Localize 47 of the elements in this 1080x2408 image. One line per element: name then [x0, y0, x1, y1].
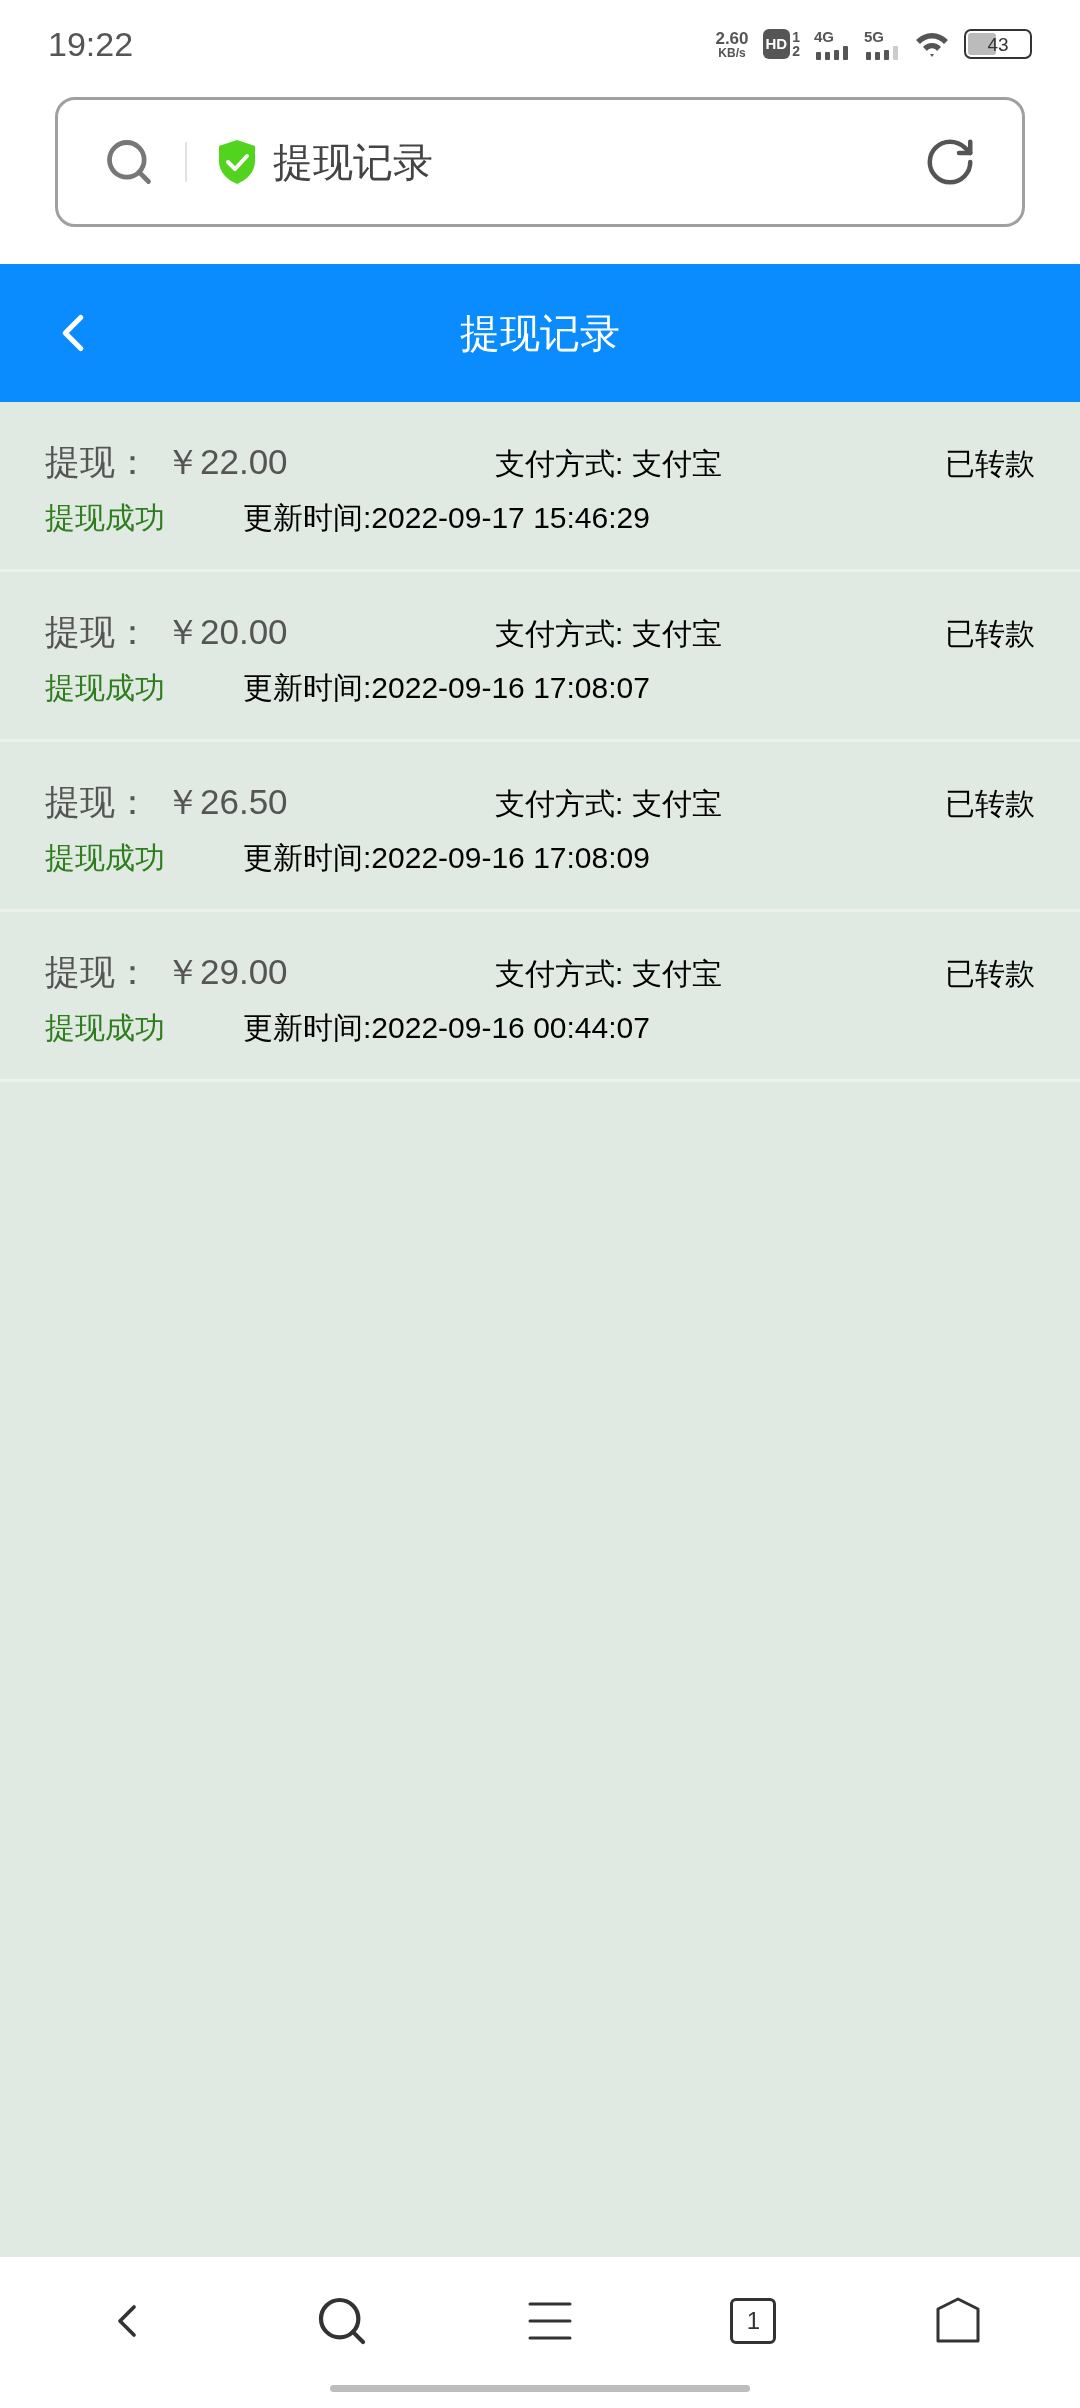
- record-row[interactable]: 提现： ￥29.00 支付方式: 支付宝 已转款 提现成功 更新时间:2022-09-16 00:44:07: [0, 912, 1080, 1082]
- network-speed-unit: KB/s: [718, 46, 746, 59]
- withdraw-status: 提现成功: [45, 669, 166, 706]
- record-row[interactable]: 提现： ￥26.50 支付方式: 支付宝 已转款 提现成功 更新时间:2022-09-16 17:08:09: [0, 742, 1080, 912]
- amount-value: ￥22.00: [165, 441, 289, 483]
- payment-method: 支付方式: 支付宝: [495, 616, 722, 652]
- transfer-status: 已转款: [945, 786, 1035, 822]
- payment-method: 支付方式: 支付宝: [495, 786, 722, 822]
- wifi-icon: [914, 30, 950, 58]
- withdraw-status: 提现成功: [45, 1009, 166, 1046]
- amount-value: ￥29.00: [165, 951, 289, 993]
- transfer-status: 已转款: [945, 956, 1035, 992]
- update-time: 更新时间:2022-09-16 00:44:07: [243, 1009, 650, 1046]
- header-title: 提现记录: [460, 310, 620, 357]
- network-speed: 2.60: [715, 29, 749, 47]
- record-row[interactable]: 提现： ￥20.00 支付方式: 支付宝 已转款 提现成功 更新时间:2022-09-16 17:08:07: [0, 572, 1080, 742]
- battery-indicator: 43: [964, 29, 1032, 59]
- amount-label: 提现：: [45, 781, 151, 823]
- amount-value: ￥26.50: [165, 781, 289, 823]
- page-title: 提现记录: [273, 139, 434, 186]
- update-time: 更新时间:2022-09-16 17:08:07: [243, 669, 650, 706]
- sim-number: 1: [792, 30, 800, 44]
- record-row[interactable]: 提现： ￥22.00 支付方式: 支付宝 已转款 提现成功 更新时间:2022-09-17 15:46:29: [0, 402, 1080, 572]
- withdraw-status: 提现成功: [45, 499, 166, 536]
- clock-time: 19:22: [48, 23, 134, 65]
- hd-badge: HD: [762, 28, 791, 60]
- amount-label: 提现：: [45, 441, 151, 483]
- update-time: 更新时间:2022-09-17 15:46:29: [243, 499, 650, 536]
- amount-label: 提现：: [45, 611, 151, 653]
- network-type: 5G: [864, 28, 885, 44]
- signal-icon: [814, 43, 850, 60]
- address-bar[interactable]: 提现记录: [55, 97, 1025, 227]
- signal-icon: [864, 43, 900, 60]
- amount-label: 提现：: [45, 951, 151, 993]
- amount-value: ￥20.00: [165, 611, 289, 653]
- sim-number: 2: [792, 44, 800, 58]
- menu-icon[interactable]: [527, 2301, 572, 2341]
- update-time: 更新时间:2022-09-16 17:08:09: [243, 839, 650, 876]
- shield-check-icon: [217, 139, 257, 185]
- transfer-status: 已转款: [945, 446, 1035, 482]
- withdraw-status: 提现成功: [45, 839, 166, 876]
- home-icon[interactable]: [934, 2297, 981, 2345]
- payment-method: 支付方式: 支付宝: [495, 956, 722, 992]
- network-type: 4G: [814, 28, 835, 44]
- transfer-status: 已转款: [945, 616, 1035, 652]
- tabs-button[interactable]: 1: [730, 2298, 777, 2344]
- payment-method: 支付方式: 支付宝: [495, 446, 722, 482]
